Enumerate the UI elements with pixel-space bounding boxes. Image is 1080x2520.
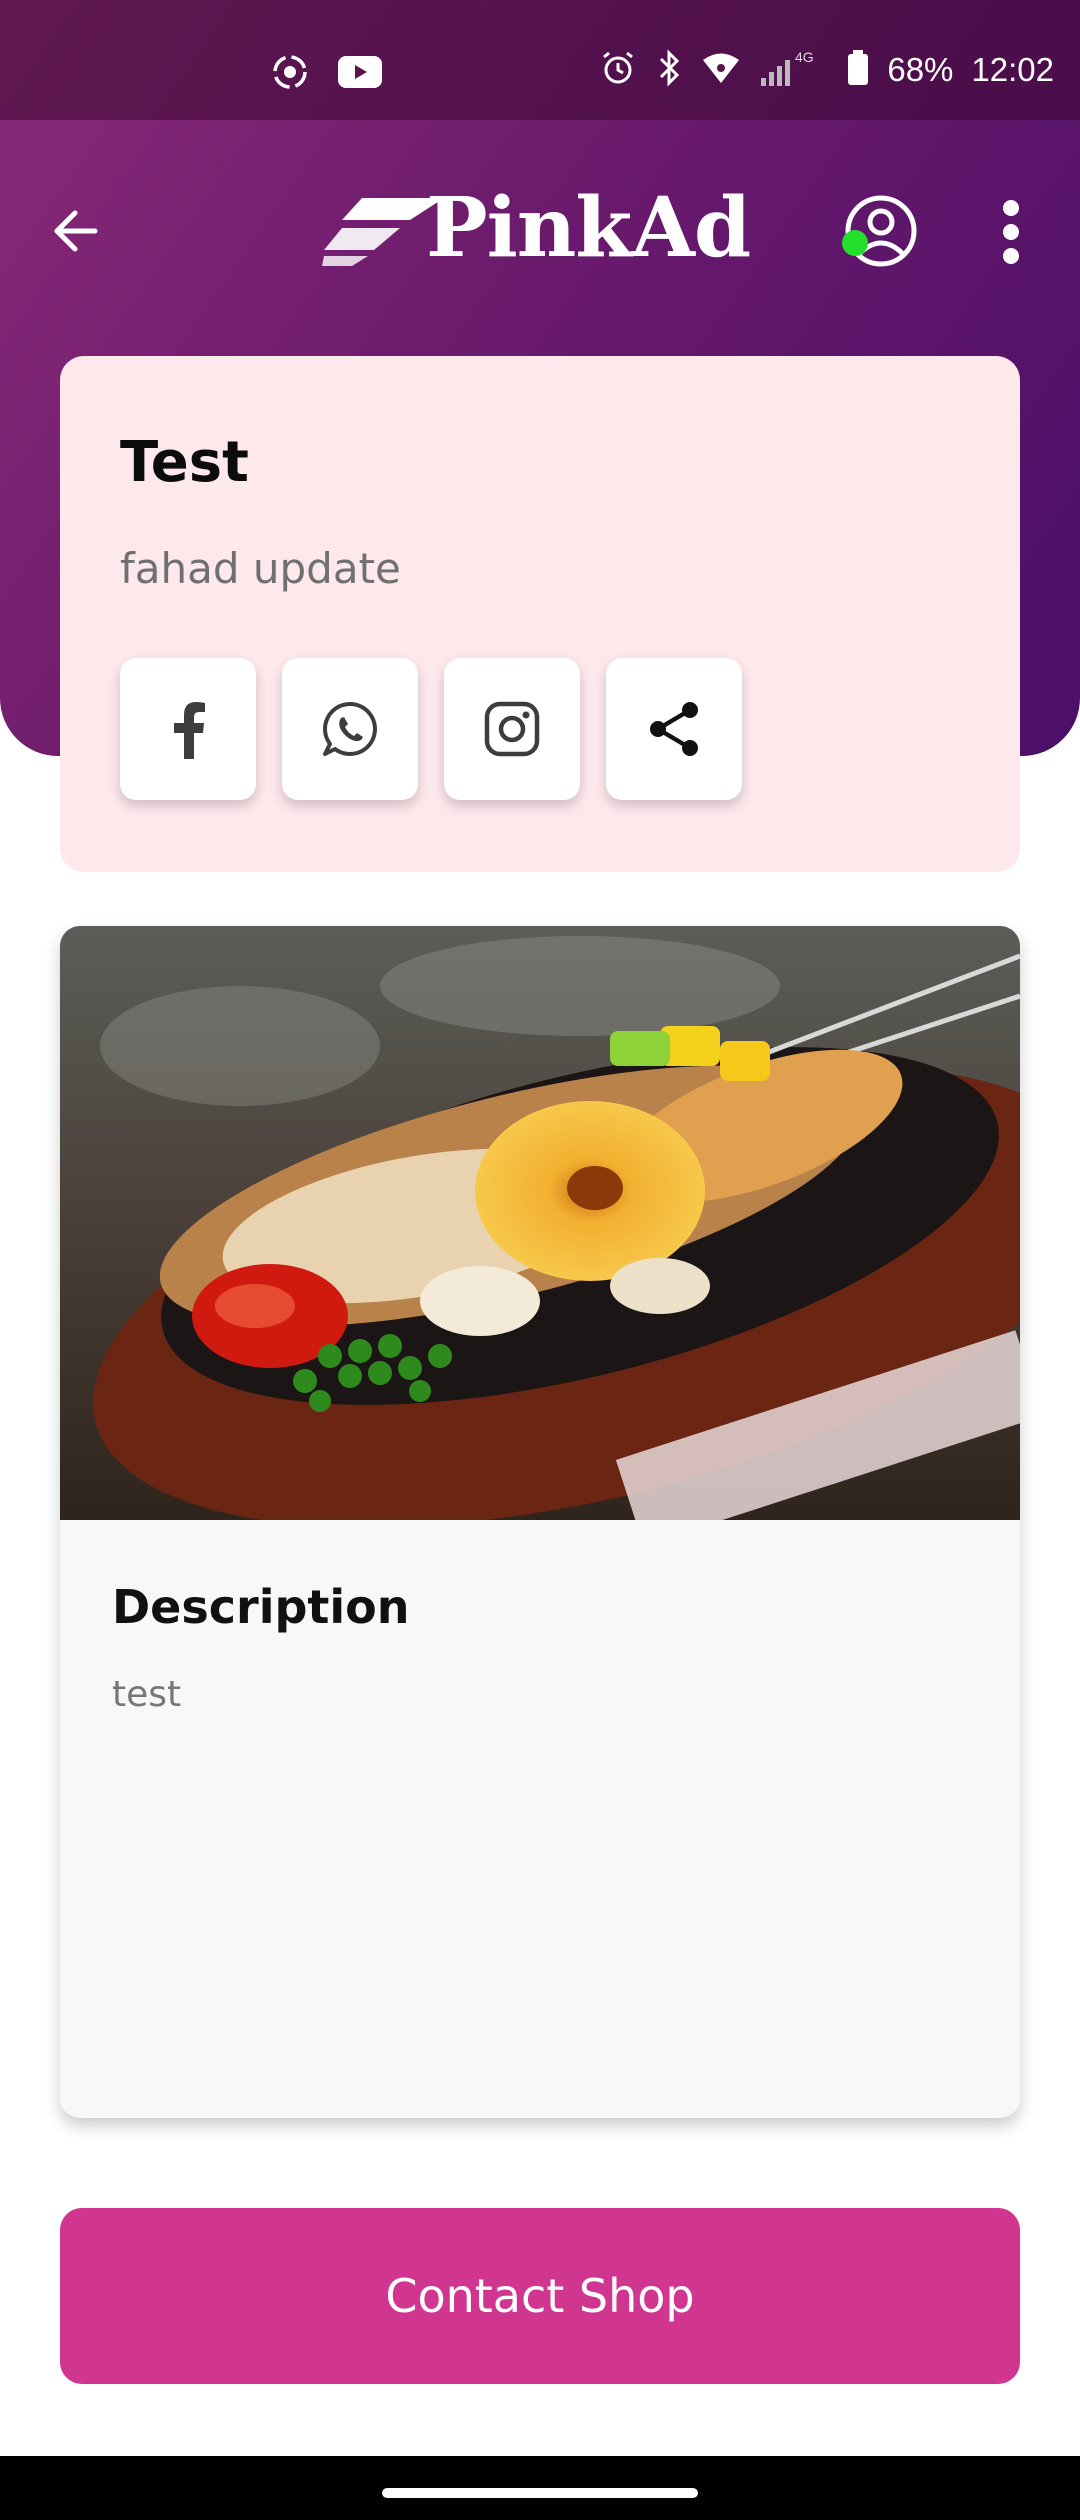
status-bar: 4G 68% 12:02 bbox=[0, 0, 1080, 120]
clock: 12:02 bbox=[971, 51, 1054, 88]
description-text: test bbox=[112, 1674, 182, 1715]
listing-image[interactable] bbox=[60, 926, 1020, 1520]
youtube-icon bbox=[338, 56, 382, 92]
home-gesture-handle[interactable] bbox=[382, 2488, 698, 2498]
shop-subtitle: fahad update bbox=[120, 544, 401, 593]
social-buttons bbox=[120, 658, 742, 800]
logo: PinkAd bbox=[322, 178, 762, 278]
app-bar: PinkAd bbox=[0, 150, 1080, 310]
navigation-bar bbox=[0, 2456, 1080, 2520]
bluetooth-icon bbox=[655, 48, 683, 92]
more-vertical-icon bbox=[1003, 200, 1019, 216]
online-status-indicator bbox=[842, 230, 868, 256]
facebook-button[interactable] bbox=[120, 658, 256, 800]
wifi-icon bbox=[701, 51, 741, 89]
signal-icon: 4G bbox=[759, 48, 829, 92]
battery-percent: 68% bbox=[887, 51, 954, 88]
contact-shop-button[interactable]: Contact Shop bbox=[60, 2208, 1020, 2384]
facebook-icon bbox=[174, 702, 205, 759]
shop-title: Test bbox=[120, 430, 249, 495]
shop-info-card: Test fahad update bbox=[60, 356, 1020, 872]
back-button[interactable] bbox=[40, 196, 110, 266]
alarm-icon bbox=[599, 49, 637, 91]
screen-record-icon bbox=[270, 52, 310, 96]
screen: 4G 68% 12:02 PinkAd Test fahad update De… bbox=[0, 0, 1080, 2520]
svg-text:4G: 4G bbox=[795, 49, 814, 65]
whatsapp-button[interactable] bbox=[282, 658, 418, 800]
overflow-menu-button[interactable] bbox=[986, 194, 1036, 270]
share-icon bbox=[650, 702, 698, 756]
logo-text: PinkAd bbox=[426, 180, 751, 276]
instagram-icon bbox=[484, 701, 540, 757]
share-button[interactable] bbox=[606, 658, 742, 800]
listing-card: Description test bbox=[60, 926, 1020, 2118]
battery-icon bbox=[847, 50, 869, 90]
arrow-left-icon bbox=[54, 210, 98, 252]
whatsapp-icon bbox=[323, 702, 377, 756]
instagram-button[interactable] bbox=[444, 658, 580, 800]
description-heading: Description bbox=[112, 1580, 410, 1634]
